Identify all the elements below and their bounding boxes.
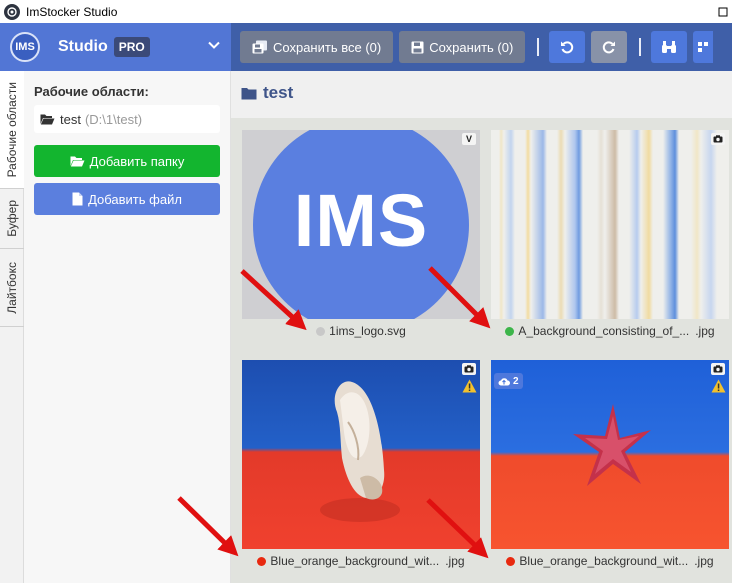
warning-icon: [462, 379, 477, 393]
side-tabs: Рабочие области Буфер Лайтбокс: [0, 71, 24, 583]
cloud-icon: [498, 377, 510, 385]
add-file-label: Добавить файл: [88, 191, 182, 207]
file-tile[interactable]: IMS V 1ims_logo.svg: [242, 130, 480, 342]
tab-lightbox-label: Лайтбокс: [5, 261, 19, 314]
file-extension: .jpg: [694, 554, 714, 568]
window-title: ImStocker Studio: [26, 4, 118, 19]
file-thumbnail[interactable]: [491, 130, 729, 319]
save-all-label: Сохранить все (0): [273, 39, 382, 55]
save-all-button[interactable]: Сохранить все (0): [240, 31, 394, 63]
folder-title-text: test: [263, 83, 294, 102]
folder-open-icon: [70, 155, 85, 167]
file-tile[interactable]: A_background_consisting_of_... .jpg: [491, 130, 729, 342]
save-all-icon: [252, 40, 268, 54]
toolbar-divider: [537, 38, 540, 56]
add-file-button[interactable]: Добавить файл: [34, 183, 220, 215]
cloud-upload-badge: 2: [494, 373, 523, 389]
file-name: Blue_orange_background_wit...: [270, 554, 440, 568]
chevron-down-icon[interactable]: [207, 38, 221, 52]
undo-icon: [561, 41, 574, 54]
cloud-count: 2: [513, 375, 519, 387]
status-dot: [257, 556, 267, 566]
folder-icon: [241, 87, 257, 100]
camera-icon: [462, 363, 476, 375]
workspace-item[interactable]: test (D:\1\test): [34, 105, 220, 133]
status-dot: [316, 326, 326, 336]
file-caption: Blue_orange_background_wit... .jpg: [242, 553, 480, 569]
app-header: IMS Studio PRO Сохранить все (0) Сохрани…: [0, 23, 732, 71]
undo-button[interactable]: [549, 31, 586, 63]
layout-button[interactable]: [693, 31, 714, 63]
folder-title: test: [241, 83, 293, 103]
file-caption: A_background_consisting_of_... .jpg: [491, 323, 729, 339]
vector-type-icon: V: [462, 133, 476, 145]
main-area: test IMS V 1ims_logo.svg A_background_co…: [231, 71, 732, 583]
tab-buffer-label: Буфер: [5, 200, 19, 237]
window-titlebar: ImStocker Studio: [0, 0, 732, 23]
app-logo: IMS: [10, 32, 40, 62]
binoculars-icon: [662, 41, 677, 53]
file-tile[interactable]: 2 Blue_orange_background_wit... .jpg: [491, 360, 729, 572]
file-thumbnail[interactable]: IMS V: [242, 130, 480, 319]
tab-workspaces-label: Рабочие области: [5, 81, 19, 178]
workspaces-panel: Рабочие области: test (D:\1\test) Добави…: [24, 71, 231, 583]
file-extension: .jpg: [445, 554, 465, 568]
file-name: A_background_consisting_of_...: [518, 324, 690, 338]
file-tile[interactable]: Blue_orange_background_wit... .jpg: [242, 360, 480, 572]
save-label: Сохранить (0): [429, 39, 514, 55]
file-thumbnail[interactable]: [242, 360, 480, 549]
file-extension: .jpg: [695, 324, 715, 338]
app-icon: [4, 3, 20, 20]
tab-workspaces[interactable]: Рабочие области: [0, 71, 24, 189]
file-icon: [72, 192, 83, 206]
add-folder-button[interactable]: Добавить папку: [34, 145, 220, 177]
file-caption: 1ims_logo.svg: [242, 323, 480, 339]
save-button[interactable]: Сохранить (0): [399, 31, 526, 63]
maximize-icon[interactable]: [714, 0, 732, 23]
tab-buffer[interactable]: Буфер: [0, 189, 24, 249]
file-name: 1ims_logo.svg: [329, 324, 406, 338]
workspace-name: test: [60, 111, 81, 127]
redo-icon: [603, 41, 616, 54]
pro-badge: PRO: [113, 37, 150, 57]
brand-name: Studio: [58, 38, 108, 55]
tab-lightbox[interactable]: Лайтбокс: [0, 249, 24, 327]
file-name: Blue_orange_background_wit...: [519, 554, 689, 568]
status-dot: [506, 556, 516, 566]
grid-icon: [698, 42, 709, 52]
logo-thumbnail-text: IMS: [293, 179, 429, 262]
file-caption: Blue_orange_background_wit... .jpg: [491, 553, 729, 569]
toolbar-divider: [639, 38, 642, 56]
add-folder-label: Добавить папку: [89, 153, 185, 169]
file-grid: IMS V 1ims_logo.svg A_background_consist…: [231, 118, 732, 583]
redo-button[interactable]: [591, 31, 628, 63]
find-button[interactable]: [651, 31, 688, 63]
save-icon: [411, 41, 424, 54]
folder-open-icon: [40, 113, 55, 125]
brand-switcher[interactable]: IMS Studio PRO: [0, 23, 231, 71]
workspace-path: (D:\1\test): [84, 111, 143, 127]
toolbar: Сохранить все (0) Сохранить (0): [240, 31, 714, 63]
workspaces-title: Рабочие области:: [34, 84, 149, 99]
camera-icon: [711, 133, 725, 145]
status-dot: [505, 326, 515, 336]
warning-icon: [711, 379, 726, 393]
camera-icon: [711, 363, 725, 375]
file-thumbnail[interactable]: 2: [491, 360, 729, 549]
